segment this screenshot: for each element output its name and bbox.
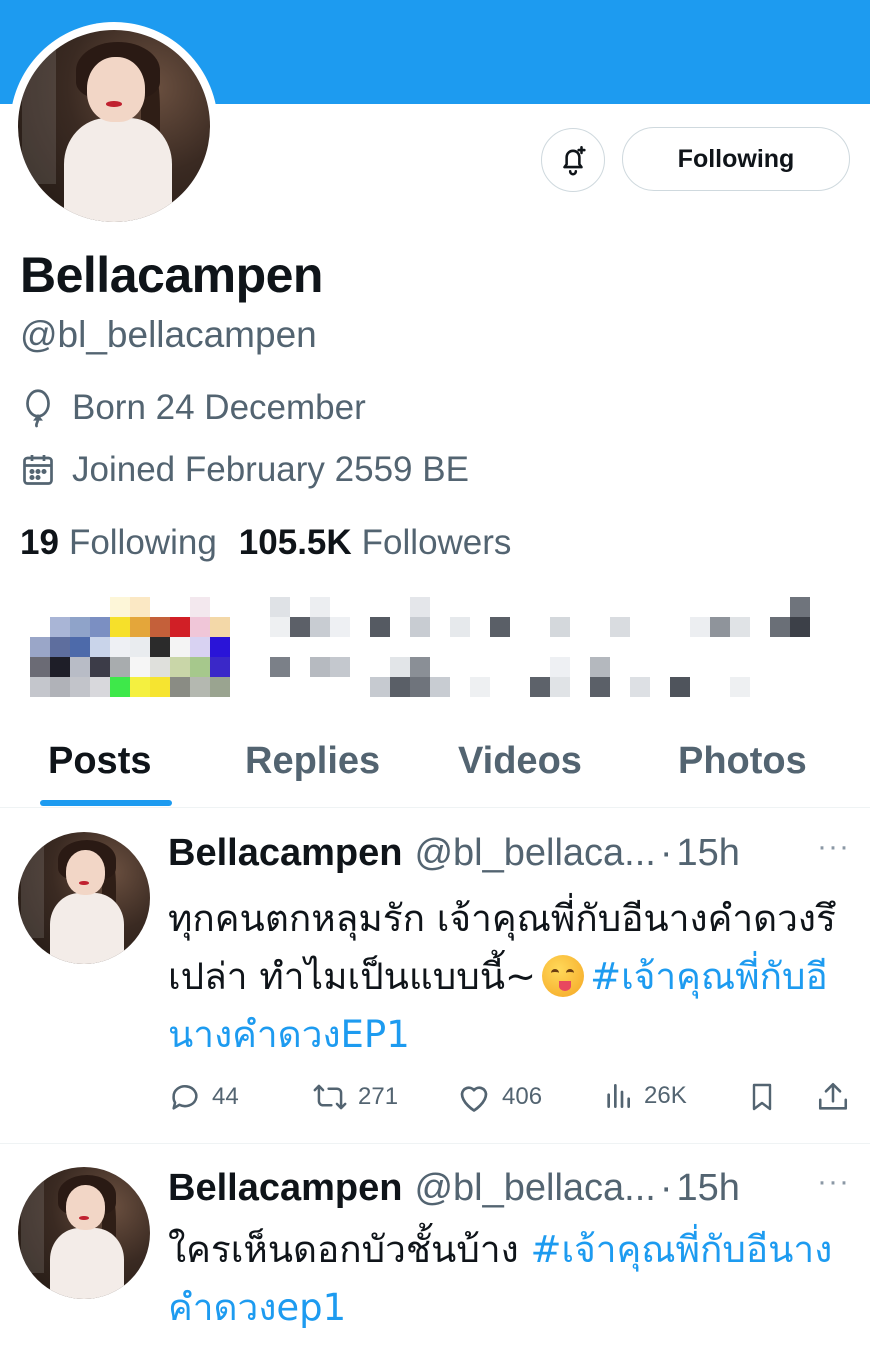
bookmark-button[interactable]: [746, 1080, 788, 1114]
post-author-handle[interactable]: @bl_bellaca...: [414, 832, 655, 875]
views-count: 26K: [644, 1082, 687, 1109]
post-text: ใครเห็นดอกบัวชั้นบ้าง #เจ้าคุณพี่กับอีนา…: [168, 1221, 848, 1337]
following-label: Following: [68, 523, 217, 562]
post-header: Bellacampen @bl_bellaca... · 15h: [168, 1167, 740, 1210]
post-avatar[interactable]: [18, 1167, 150, 1299]
tab-posts[interactable]: Posts: [48, 740, 151, 783]
post-time[interactable]: 15h: [677, 1167, 740, 1210]
post-author-name[interactable]: Bellacampen: [168, 832, 402, 875]
bookmark-icon: [752, 1083, 772, 1111]
following-button[interactable]: Following: [622, 127, 850, 191]
profile-avatar[interactable]: [10, 22, 218, 230]
separator-dot: ·: [659, 1167, 673, 1209]
repost-count: 271: [358, 1083, 399, 1110]
reply-button[interactable]: 44: [168, 1080, 239, 1114]
like-count: 406: [502, 1083, 543, 1110]
display-name: Bellacampen: [20, 247, 323, 303]
joined-row: Joined February 2559 BE: [20, 450, 469, 490]
more-options-icon[interactable]: ···: [817, 1165, 850, 1199]
post-text: ทุกคนตกหลุมรัก เจ้าคุณพี่กับอีนางคำดวงรึ…: [168, 890, 848, 1064]
reply-count: 44: [212, 1083, 239, 1110]
heart-icon: [460, 1086, 488, 1112]
profile-tabs: Posts Replies Videos Photos: [0, 730, 870, 808]
post[interactable]: Bellacampen @bl_bellaca... · 15h ··· ทุก…: [0, 808, 870, 1144]
profile-handle: @bl_bellacampen: [20, 314, 317, 355]
tab-photos[interactable]: Photos: [678, 740, 807, 783]
yum-emoji-icon: [542, 955, 585, 997]
followers-stat[interactable]: 105.5K Followers: [239, 523, 512, 563]
birthday-text: Born 24 December: [72, 388, 366, 427]
pixelated-redacted-area: [30, 597, 810, 699]
repost-button[interactable]: 271: [312, 1080, 398, 1114]
following-count: 19: [20, 523, 59, 562]
following-stat[interactable]: 19 Following: [20, 523, 217, 563]
share-button[interactable]: [816, 1080, 860, 1114]
post-author-handle[interactable]: @bl_bellaca...: [414, 1167, 655, 1210]
post-time[interactable]: 15h: [677, 832, 740, 875]
reply-icon: [172, 1085, 198, 1110]
separator-dot: ·: [659, 832, 673, 874]
birthday-row: Born 24 December: [20, 388, 366, 428]
post-avatar[interactable]: [18, 832, 150, 964]
views-icon: [607, 1084, 630, 1108]
calendar-icon: [23, 455, 53, 485]
follow-stats: 19 Following 105.5K Followers: [20, 523, 533, 563]
followers-label: Followers: [361, 523, 512, 562]
post-author-name[interactable]: Bellacampen: [168, 1167, 402, 1210]
balloon-icon: [26, 389, 50, 428]
notifications-bell-button[interactable]: [541, 128, 605, 192]
share-icon: [818, 1082, 848, 1110]
post-body: ใครเห็นดอกบัวชั้นบ้าง: [168, 1228, 519, 1271]
tab-replies[interactable]: Replies: [245, 740, 380, 783]
tab-videos[interactable]: Videos: [458, 740, 582, 783]
views-button[interactable]: 26K: [602, 1080, 687, 1112]
post-header: Bellacampen @bl_bellaca... · 15h: [168, 832, 740, 875]
joined-text: Joined February 2559 BE: [72, 450, 469, 489]
post-actions: 44 271 406 26K: [168, 1080, 858, 1120]
active-tab-indicator: [40, 800, 172, 806]
repost-icon: [313, 1084, 347, 1110]
bell-plus-icon: [563, 145, 586, 176]
more-options-icon[interactable]: ···: [817, 830, 850, 864]
post[interactable]: Bellacampen @bl_bellaca... · 15h ··· ใคร…: [0, 1145, 870, 1347]
followers-count: 105.5K: [238, 523, 352, 562]
like-button[interactable]: 406: [456, 1080, 542, 1114]
